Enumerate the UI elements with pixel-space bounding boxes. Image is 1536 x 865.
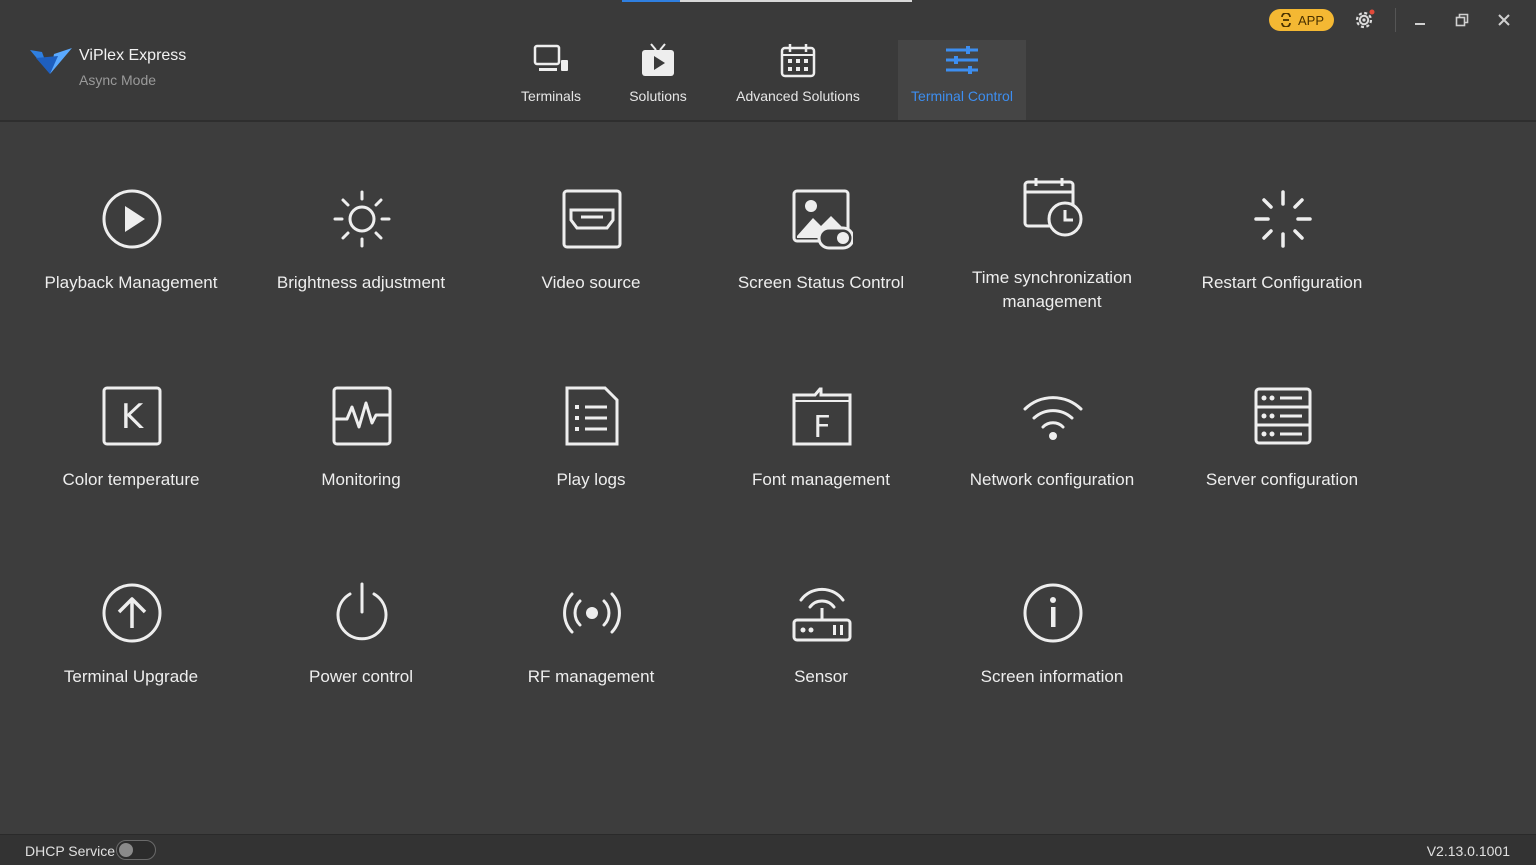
- sun-icon: [333, 190, 391, 248]
- tile-sensor[interactable]: Sensor: [706, 522, 936, 686]
- tile-playback-management[interactable]: Playback Management: [16, 128, 246, 292]
- tile-label: Screen Status Control: [737, 273, 905, 292]
- router-icon: [792, 587, 852, 642]
- gear-icon: [1355, 9, 1375, 29]
- info-circle-icon: [1023, 583, 1083, 643]
- tile-time-synchronization-management[interactable]: Time synchronization management: [937, 128, 1167, 311]
- toggle-knob: [119, 843, 133, 857]
- tile-screen-status-control[interactable]: Screen Status Control: [706, 128, 936, 292]
- tile-label: Brightness adjustment: [276, 273, 446, 292]
- tile-monitoring[interactable]: Monitoring: [246, 325, 476, 489]
- font-folder-icon: F: [792, 387, 852, 446]
- tile-power-control[interactable]: Power control: [246, 522, 476, 686]
- dhcp-service-label: DHCP Service: [25, 843, 115, 859]
- pulse-icon: [332, 386, 392, 446]
- svg-text:F: F: [813, 410, 830, 445]
- loading-progress-fill: [622, 0, 680, 2]
- tab-terminal-control-label: Terminal Control: [911, 88, 1013, 104]
- tab-terminals-label: Terminals: [521, 88, 581, 104]
- version-label: V2.13.0.1001: [1426, 843, 1510, 859]
- monitor-icon: [533, 44, 568, 71]
- tile-label: Video source: [541, 273, 641, 292]
- minimize-icon: [1415, 23, 1425, 25]
- tab-advanced-solutions-label: Advanced Solutions: [736, 88, 860, 104]
- server-icon: [1254, 387, 1312, 445]
- settings-button[interactable]: [1351, 8, 1377, 32]
- tile-server-configuration[interactable]: Server configuration: [1167, 325, 1397, 489]
- tile-screen-information[interactable]: Screen information: [937, 522, 1167, 686]
- tile-color-temperature[interactable]: K Color temperature: [16, 325, 246, 489]
- k-box-icon: K: [102, 386, 162, 446]
- calendar-icon: [780, 44, 816, 78]
- power-icon: [336, 582, 388, 641]
- tab-terminal-control[interactable]: Terminal Control: [898, 40, 1026, 120]
- tile-label: Font management: [752, 470, 890, 489]
- tile-label: Server configuration: [1205, 470, 1359, 489]
- tile-label: RF management: [527, 667, 655, 686]
- tile-font-management[interactable]: F Font management: [706, 325, 936, 489]
- list-doc-icon: [565, 386, 619, 446]
- sliders-icon: [946, 46, 978, 74]
- image-toggle-icon: [792, 189, 855, 250]
- tile-label: Sensor: [794, 667, 848, 686]
- tab-solutions[interactable]: Solutions: [616, 40, 700, 120]
- tile-network-configuration[interactable]: Network configuration: [937, 325, 1167, 489]
- dhcp-service-toggle[interactable]: [116, 840, 156, 860]
- tile-label: Playback Management: [44, 273, 218, 292]
- tab-advanced-solutions[interactable]: Advanced Solutions: [730, 40, 866, 120]
- close-icon: [1498, 14, 1510, 26]
- tile-brightness-adjustment[interactable]: Brightness adjustment: [246, 128, 476, 292]
- play-circle-icon: [102, 189, 162, 249]
- tile-label: Screen information: [980, 667, 1124, 686]
- tile-play-logs[interactable]: Play logs: [476, 325, 706, 489]
- tile-restart-configuration[interactable]: Restart Configuration: [1167, 128, 1397, 292]
- svg-text:K: K: [121, 397, 145, 437]
- tile-label: Power control: [309, 667, 413, 686]
- calendar-clock-icon: [1023, 178, 1083, 237]
- viplex-logo-icon: [30, 48, 72, 74]
- terminal-control-grid: Playback Management Brightness adjustmen…: [0, 122, 1536, 834]
- upload-circle-icon: [102, 583, 162, 643]
- spinner-icon: [1254, 190, 1312, 248]
- tab-terminals[interactable]: Terminals: [508, 40, 594, 120]
- wifi-icon: [1023, 396, 1083, 440]
- top-bar: ViPlex Express Async Mode Terminals Solu…: [0, 0, 1536, 122]
- tile-label: Play logs: [556, 470, 626, 489]
- chain-link-icon: [1281, 13, 1291, 27]
- app-badge-label: APP: [1297, 12, 1324, 28]
- hdmi-icon: [562, 189, 622, 249]
- tile-label: Restart Configuration: [1201, 273, 1363, 292]
- broadcast-icon: [563, 592, 621, 634]
- topbar-divider: [1395, 8, 1396, 32]
- tile-label: Color temperature: [62, 470, 200, 489]
- loading-progress-bar: [622, 0, 912, 2]
- close-button[interactable]: [1491, 8, 1517, 32]
- tile-label: Network configuration: [969, 470, 1135, 489]
- app-name: ViPlex Express: [79, 47, 187, 64]
- tab-solutions-label: Solutions: [629, 88, 687, 104]
- tile-terminal-upgrade[interactable]: Terminal Upgrade: [16, 522, 246, 686]
- play-tv-icon: [642, 43, 674, 76]
- app-download-button[interactable]: APP: [1269, 9, 1334, 31]
- tile-label: Monitoring: [321, 470, 401, 489]
- tile-label: Terminal Upgrade: [63, 667, 199, 686]
- tile-rf-management[interactable]: RF management: [476, 522, 706, 686]
- restore-icon: [1455, 13, 1469, 27]
- status-bar: DHCP Service V2.13.0.1001: [0, 834, 1536, 865]
- restore-button[interactable]: [1449, 8, 1475, 32]
- tile-label: Time synchronization management: [972, 268, 1132, 311]
- minimize-button[interactable]: [1407, 8, 1433, 32]
- app-mode: Async Mode: [79, 72, 157, 88]
- tile-video-source[interactable]: Video source: [476, 128, 706, 292]
